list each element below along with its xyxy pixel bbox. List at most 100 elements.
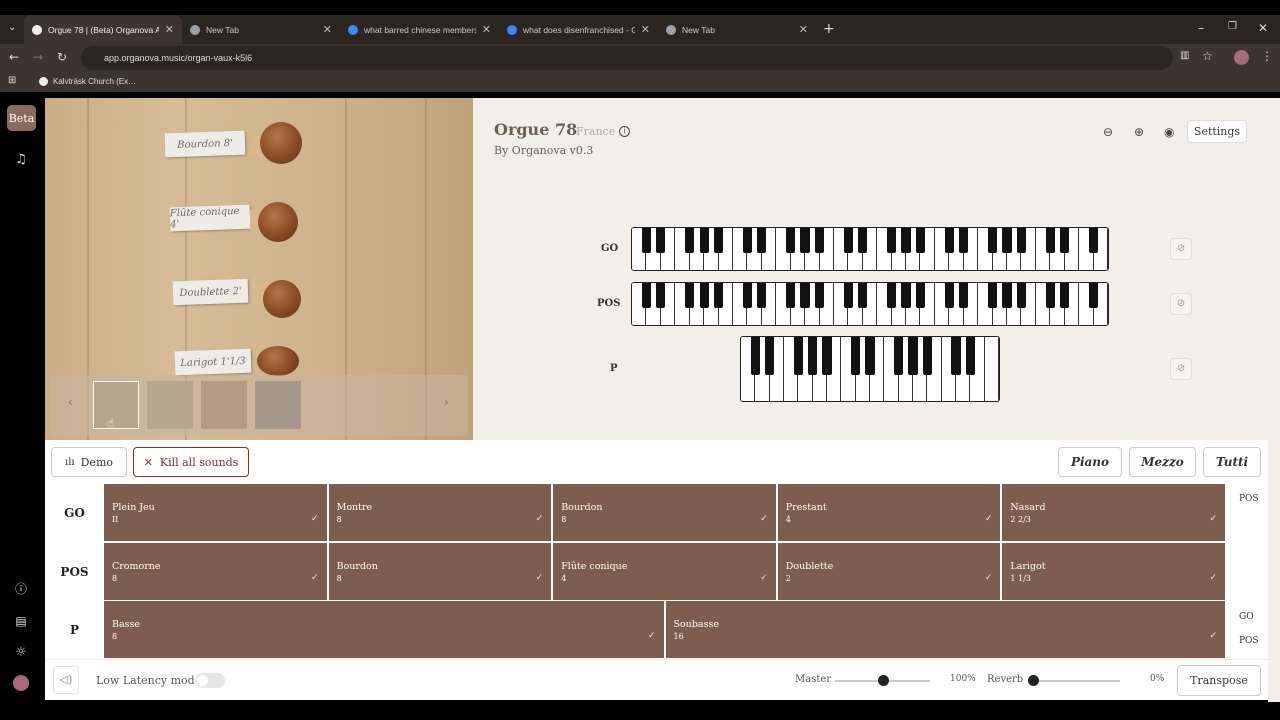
prev-photo-icon[interactable]: ‹: [68, 395, 73, 409]
black-key[interactable]: [915, 283, 926, 309]
reload-icon[interactable]: ↻: [57, 50, 67, 64]
coupler-toggle[interactable]: GO: [1239, 612, 1254, 622]
black-key[interactable]: [814, 228, 825, 254]
coupler-toggle[interactable]: POS: [1239, 494, 1259, 504]
stop-button[interactable]: Basse 8 ✓: [104, 601, 664, 658]
black-key[interactable]: [757, 228, 767, 254]
black-key[interactable]: [951, 337, 961, 376]
black-key[interactable]: [1002, 283, 1012, 309]
black-key[interactable]: [641, 283, 652, 309]
black-key[interactable]: [1016, 228, 1027, 254]
profile-avatar[interactable]: [1234, 50, 1249, 65]
black-key[interactable]: [713, 283, 724, 309]
white-key[interactable]: [984, 337, 999, 401]
black-key[interactable]: [901, 283, 911, 309]
black-key[interactable]: [865, 337, 875, 376]
black-key[interactable]: [800, 228, 810, 254]
black-key[interactable]: [887, 283, 897, 309]
black-key[interactable]: [808, 337, 818, 376]
preset-piano-button[interactable]: Piano: [1058, 447, 1122, 477]
apps-icon[interactable]: ⊞: [8, 75, 16, 86]
black-key[interactable]: [1016, 283, 1027, 309]
menu-icon[interactable]: ⋮: [1261, 49, 1273, 63]
coupler-toggle[interactable]: POS: [1239, 636, 1259, 646]
black-key[interactable]: [713, 228, 724, 254]
reverb-slider[interactable]: [1028, 680, 1120, 682]
stop-button[interactable]: Nasard 2 2/3 ✓: [1002, 484, 1225, 541]
address-bar[interactable]: app.organova.music/organ-vaux-k5l6: [81, 46, 1173, 70]
music-library-icon[interactable]: ♫: [12, 151, 30, 169]
minimize-icon[interactable]: –: [1198, 21, 1204, 35]
black-key[interactable]: [1045, 228, 1055, 254]
mute-pos-icon[interactable]: ⊘: [1170, 293, 1192, 315]
kill-sounds-button[interactable]: ✕ Kill all sounds: [133, 447, 249, 477]
black-key[interactable]: [786, 283, 796, 309]
maximize-icon[interactable]: ❐: [1228, 21, 1237, 32]
photo-thumbnail[interactable]: [255, 381, 301, 429]
black-key[interactable]: [843, 283, 853, 309]
black-key[interactable]: [1060, 228, 1070, 254]
black-key[interactable]: [959, 283, 969, 309]
black-key[interactable]: [765, 337, 775, 376]
black-key[interactable]: [685, 283, 695, 309]
black-key[interactable]: [987, 283, 998, 309]
black-key[interactable]: [894, 337, 904, 376]
photo-thumbnail[interactable]: [93, 381, 139, 429]
low-latency-toggle[interactable]: [195, 673, 225, 688]
preset-mezzo-button[interactable]: Mezzo: [1129, 447, 1196, 477]
page-scrollbar[interactable]: [1268, 98, 1280, 702]
black-key[interactable]: [699, 283, 709, 309]
reader-mode-icon[interactable]: ▥: [1180, 50, 1189, 61]
black-key[interactable]: [814, 283, 825, 309]
transpose-button[interactable]: Transpose: [1177, 665, 1261, 696]
stop-button[interactable]: Montre 8 ✓: [328, 484, 552, 541]
midi-icon[interactable]: ◉: [1164, 125, 1174, 139]
stop-button[interactable]: Doublette 2 ✓: [777, 543, 1001, 600]
close-tab-icon[interactable]: ✕: [482, 23, 491, 36]
master-slider-thumb[interactable]: [877, 675, 889, 686]
theme-sun-icon[interactable]: ☼: [12, 644, 30, 662]
tab-search-icon[interactable]: ⌄: [8, 22, 16, 33]
browser-tab[interactable]: what does disenfranchised - Go… ✕: [499, 15, 658, 44]
stop-button[interactable]: Bourdon 8 ✓: [553, 484, 776, 541]
stop-button[interactable]: Larigot 1 1/3 ✓: [1002, 543, 1225, 600]
bookmark-item[interactable]: Kalvträsk Church (Ex…: [53, 77, 136, 86]
black-key[interactable]: [742, 283, 752, 309]
black-key[interactable]: [750, 337, 760, 376]
black-key[interactable]: [757, 283, 767, 309]
photo-thumbnail[interactable]: [201, 381, 247, 429]
black-key[interactable]: [944, 283, 954, 309]
zoom-out-icon[interactable]: ⊖: [1103, 125, 1113, 139]
black-key[interactable]: [851, 337, 861, 376]
stop-button[interactable]: Bourdon 8 ✓: [328, 543, 552, 600]
black-key[interactable]: [685, 228, 695, 254]
browser-tab[interactable]: New Tab ✕: [658, 15, 816, 44]
close-window-icon[interactable]: ✕: [1258, 21, 1268, 35]
black-key[interactable]: [843, 228, 853, 254]
photo-thumbnail[interactable]: [147, 381, 193, 429]
black-key[interactable]: [786, 228, 796, 254]
black-key[interactable]: [987, 228, 998, 254]
book-icon[interactable]: ▤: [12, 612, 30, 630]
black-key[interactable]: [800, 283, 810, 309]
black-key[interactable]: [959, 228, 969, 254]
black-key[interactable]: [901, 228, 911, 254]
black-key[interactable]: [944, 228, 954, 254]
keyboard-pedal[interactable]: [740, 336, 1000, 402]
user-avatar[interactable]: [13, 675, 29, 691]
black-key[interactable]: [822, 337, 832, 376]
black-key[interactable]: [1088, 228, 1099, 254]
reverb-slider-thumb[interactable]: [1028, 675, 1039, 686]
black-key[interactable]: [965, 337, 975, 376]
preset-tutti-button[interactable]: Tutti: [1203, 447, 1261, 477]
info-icon[interactable]: i: [619, 126, 630, 137]
new-tab-icon[interactable]: +: [823, 21, 835, 37]
black-key[interactable]: [742, 228, 752, 254]
black-key[interactable]: [1060, 283, 1070, 309]
close-tab-icon[interactable]: ✕: [641, 23, 650, 36]
keyboard-go[interactable]: [631, 227, 1109, 271]
black-key[interactable]: [656, 283, 666, 309]
browser-tab[interactable]: Orgue 78 | (Beta) Organova Ap… ✕: [24, 15, 182, 44]
browser-tab[interactable]: New Tab ✕: [182, 15, 340, 44]
demo-button[interactable]: ılı Demo: [51, 447, 127, 477]
